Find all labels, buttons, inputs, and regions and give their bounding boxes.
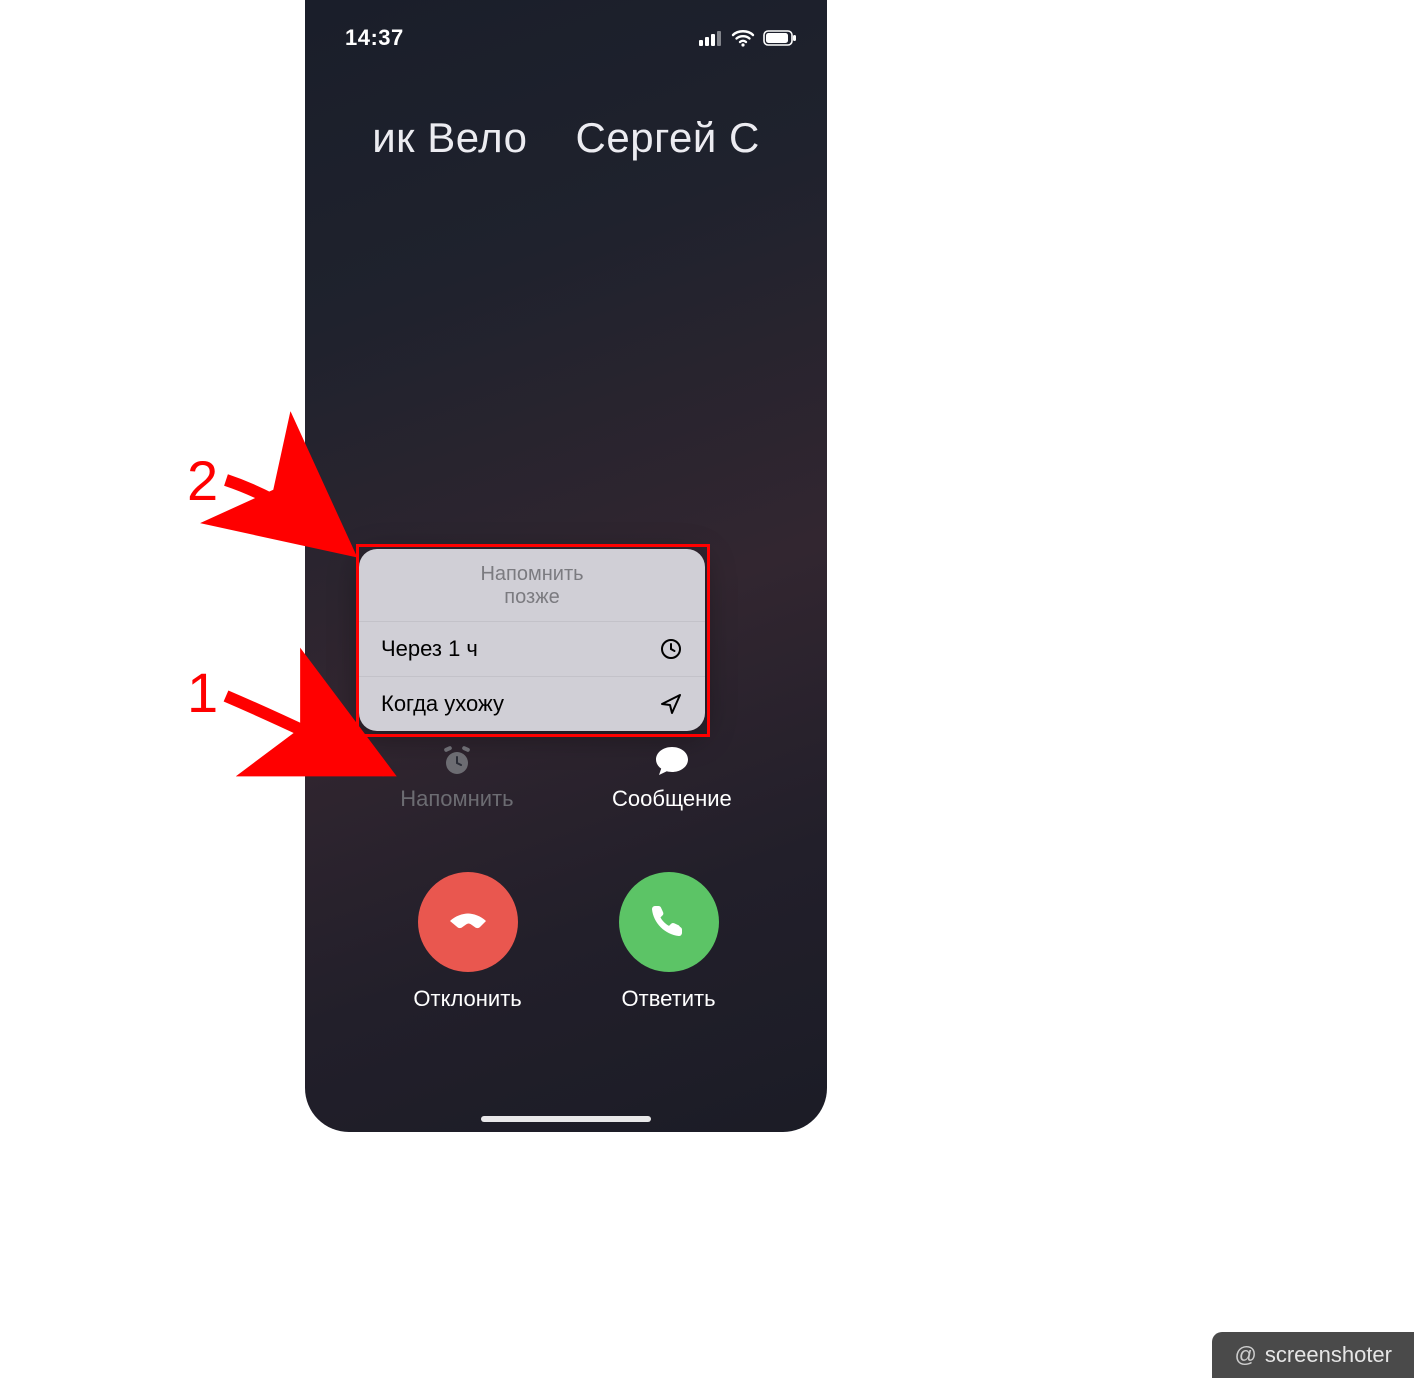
remind-label: Напомнить bbox=[400, 786, 513, 812]
annotation-number-1: 1 bbox=[187, 660, 218, 725]
status-time: 14:37 bbox=[345, 25, 404, 51]
status-bar: 14:37 bbox=[305, 18, 827, 58]
decline-button[interactable] bbox=[418, 872, 518, 972]
battery-icon bbox=[763, 30, 797, 46]
caller-name: ик Вело Сергей С bbox=[305, 114, 827, 162]
wifi-icon bbox=[731, 29, 755, 47]
message-icon bbox=[653, 744, 691, 778]
phone-icon bbox=[645, 895, 693, 949]
phone-down-icon bbox=[442, 893, 494, 951]
annotation-arrow-1 bbox=[216, 676, 416, 806]
annotation-arrow-2 bbox=[216, 460, 376, 580]
answer-label: Ответить bbox=[622, 986, 716, 1012]
watermark: @ screenshoter bbox=[1212, 1332, 1414, 1378]
annotation-number-2: 2 bbox=[187, 448, 218, 513]
phone-frame: 14:37 ик Вело Сергей С Напомнить позже Че… bbox=[305, 0, 827, 1132]
cellular-icon bbox=[699, 30, 723, 46]
decline-action: Отклонить bbox=[413, 872, 521, 1012]
watermark-text: screenshoter bbox=[1265, 1342, 1392, 1368]
home-indicator[interactable] bbox=[481, 1116, 651, 1122]
answer-button[interactable] bbox=[619, 872, 719, 972]
alarm-icon bbox=[440, 744, 474, 778]
popup-title-line2: позже bbox=[504, 586, 559, 608]
answer-action: Ответить bbox=[619, 872, 719, 1012]
primary-actions-row: Отклонить Ответить bbox=[305, 872, 827, 1012]
status-icons bbox=[699, 29, 797, 47]
clock-icon bbox=[659, 637, 683, 661]
navigate-icon bbox=[659, 692, 683, 716]
caller-name-left: ик Вело bbox=[372, 114, 527, 161]
message-button[interactable]: Сообщение bbox=[612, 744, 732, 812]
popup-item-label: Через 1 ч bbox=[381, 636, 478, 662]
popup-item-in-1-hour[interactable]: Через 1 ч bbox=[359, 621, 705, 676]
popup-title-line1: Напомнить bbox=[480, 563, 583, 585]
message-label: Сообщение bbox=[612, 786, 732, 812]
caller-name-right: Сергей С bbox=[576, 114, 760, 161]
watermark-at: @ bbox=[1234, 1342, 1256, 1368]
remind-button[interactable]: Напомнить bbox=[400, 744, 513, 812]
popup-title: Напомнить позже bbox=[359, 549, 705, 621]
decline-label: Отклонить bbox=[413, 986, 521, 1012]
